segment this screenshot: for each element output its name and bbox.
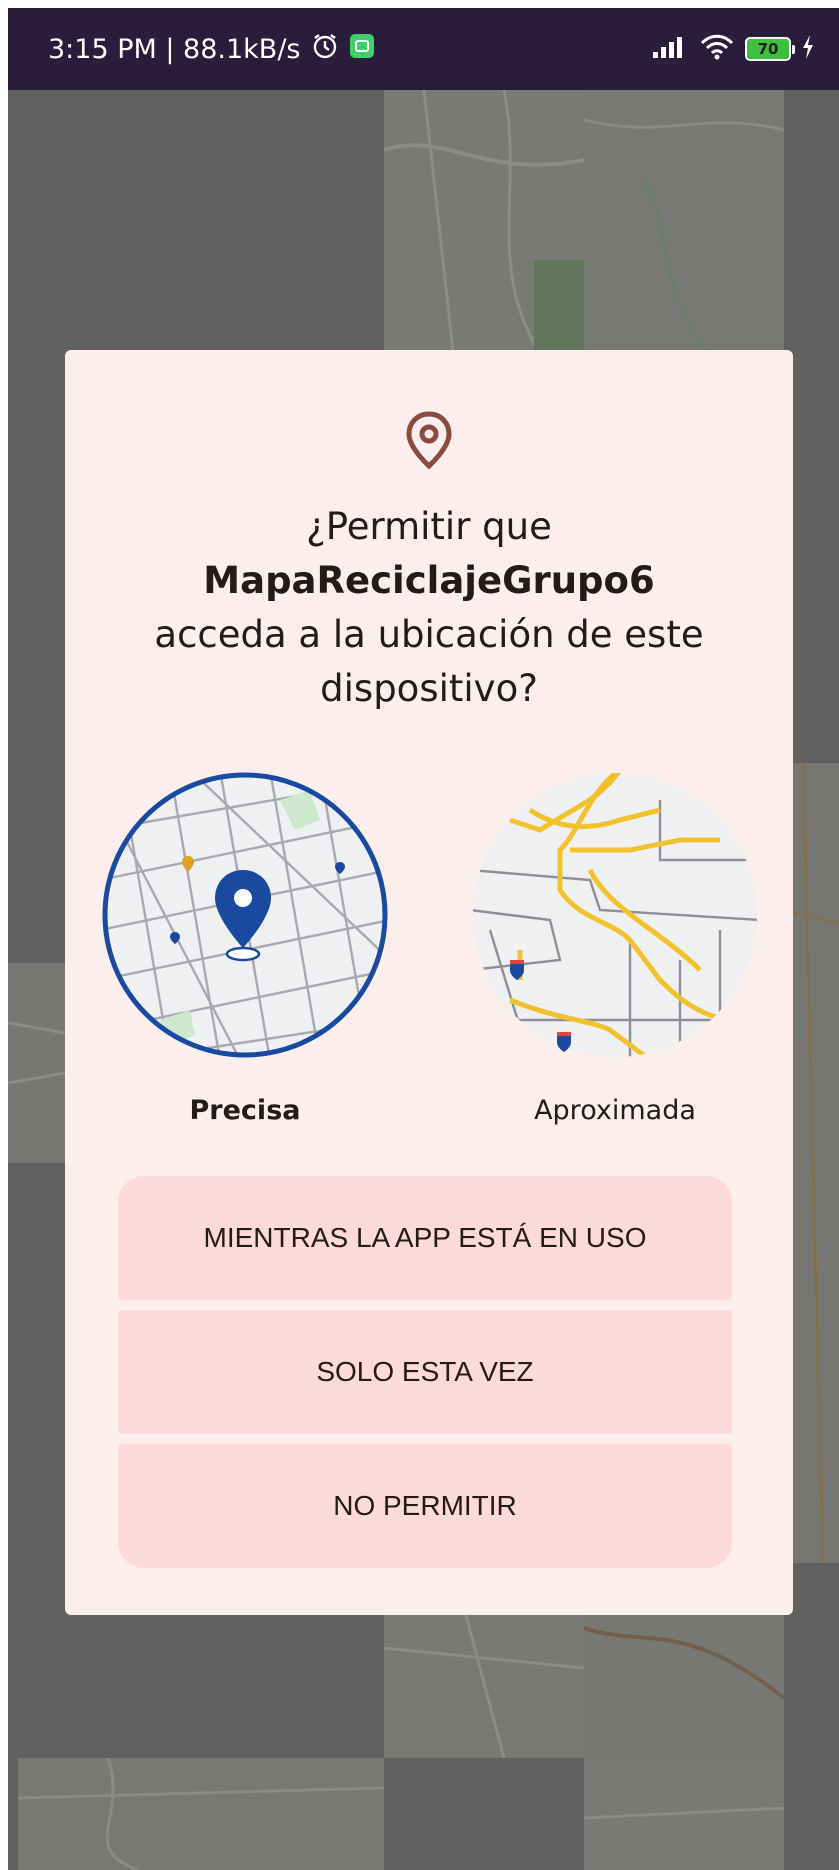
dialog-title: ¿Permitir que MapaReciclajeGrupo6 acceda… [95,500,763,716]
location-pin-icon [403,410,455,470]
app-notification-icon [349,33,375,66]
phone-screen: 3:15 PM | 88.1kB/s 70 ¿Permitir que Mapa… [8,8,839,1870]
wifi-icon [699,33,735,65]
deny-button[interactable]: NO PERMITIR [118,1444,732,1568]
dialog-title-suffix: acceda a la ubicación de este dispositiv… [154,613,704,710]
allow-only-this-time-button[interactable]: SOLO ESTA VEZ [118,1310,732,1434]
charging-icon [801,34,815,64]
status-right: 70 [651,30,815,68]
approximate-label: Aproximada [534,1095,696,1126]
battery-icon: 70 [745,37,795,61]
approximate-map-illustration [473,773,757,1057]
status-bar: 3:15 PM | 88.1kB/s 70 [8,8,839,90]
status-left: 3:15 PM | 88.1kB/s [48,30,375,68]
dialog-title-prefix: ¿Permitir que [306,505,552,548]
app-name: MapaReciclajeGrupo6 [203,559,655,602]
location-permission-dialog: ¿Permitir que MapaReciclajeGrupo6 acceda… [65,350,793,1615]
precise-location-option[interactable]: Precisa [100,770,390,1126]
precise-map-illustration [102,772,388,1058]
signal-icon [651,34,689,64]
alarm-icon [311,32,339,67]
allow-while-using-button[interactable]: MIENTRAS LA APP ESTÁ EN USO [118,1176,732,1300]
status-time-and-speed: 3:15 PM | 88.1kB/s [48,33,301,65]
approximate-location-option[interactable]: Aproximada [470,770,760,1126]
battery-level: 70 [757,40,779,58]
precise-label: Precisa [189,1095,301,1126]
